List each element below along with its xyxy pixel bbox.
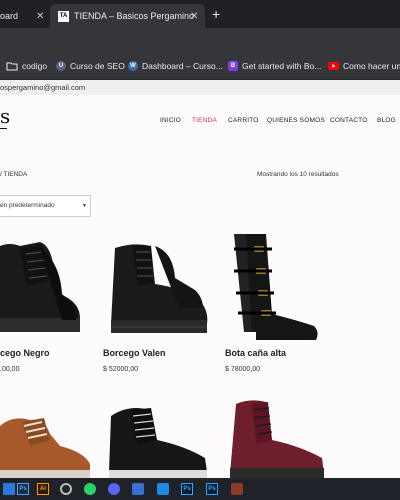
product-image-row2-2[interactable] — [103, 402, 213, 478]
boot-image — [0, 242, 80, 332]
git-icon[interactable] — [231, 483, 243, 495]
nav-contacto[interactable]: CONTACTO — [330, 117, 367, 124]
vscode-icon[interactable] — [157, 483, 169, 495]
youtube-icon — [328, 62, 339, 70]
bookmark-label: Dashboard – Curso... — [142, 61, 223, 71]
chevron-down-icon: ▼ — [82, 203, 87, 209]
bookmark-label: Curso de SEO — [70, 61, 125, 71]
boot-image — [0, 418, 90, 478]
site-favicon-icon: TA — [58, 10, 69, 22]
product-image-row2-3[interactable] — [226, 398, 330, 478]
product-price: $ 78000,00 — [225, 366, 261, 373]
product-image-borcego-valen[interactable] — [103, 238, 215, 336]
product-image-row2-1[interactable] — [0, 400, 92, 478]
udemy-icon: U — [56, 61, 66, 71]
contact-topbar: ospergamino@gmail.com — [0, 80, 400, 95]
product-image-bota-cana-alta[interactable] — [226, 234, 322, 342]
tab-dashboard[interactable]: oard ✕ — [0, 4, 50, 28]
product-name[interactable]: Bota caña alta — [225, 348, 286, 358]
boot-image — [109, 408, 207, 478]
whatsapp-icon[interactable] — [84, 483, 96, 495]
wordpress-icon: W — [128, 61, 138, 71]
close-tab-icon[interactable]: ✕ — [36, 11, 44, 22]
boot-image — [230, 400, 324, 478]
logo-underline — [0, 128, 7, 129]
contact-email[interactable]: ospergamino@gmail.com — [0, 83, 85, 92]
tab-label: oard — [0, 11, 19, 21]
nav-carrito[interactable]: CARRITO — [228, 117, 259, 124]
tab-label: TIENDA – Basicos Pergamino — [74, 11, 195, 21]
site-logo[interactable]: s — [0, 104, 10, 128]
bootstrap-icon: B — [228, 61, 238, 71]
powerpoint-icon[interactable]: Ps — [17, 483, 29, 495]
bookmark-label: Get started with Bo... — [242, 61, 322, 71]
boot-image — [111, 244, 208, 333]
mail-icon[interactable] — [132, 483, 144, 495]
boot-image — [234, 234, 318, 340]
photoshop-icon[interactable]: Ps — [181, 483, 193, 495]
folder-icon — [6, 62, 18, 71]
chrome-icon[interactable] — [60, 483, 72, 495]
bookmark-curso-seo[interactable]: U Curso de SEO — [56, 59, 125, 73]
bookmark-label: codigo — [22, 61, 48, 71]
bookmark-bootstrap[interactable]: B Get started with Bo... — [228, 59, 321, 73]
photoshop-icon[interactable]: Ps — [206, 483, 218, 495]
illustrator-icon[interactable]: Ai — [37, 483, 49, 495]
address-bar-area[interactable] — [0, 28, 400, 52]
results-count: Mostrando los 10 resultados — [257, 171, 339, 178]
product-price: $ 52000,00 — [103, 366, 139, 373]
new-tab-button[interactable]: + — [212, 6, 220, 22]
os-taskbar: Ps Ai Ps Ps — [0, 478, 400, 500]
tab-tienda[interactable]: TA TIENDA – Basicos Pergamino ✕ — [50, 4, 205, 28]
product-image-borcego-negro[interactable] — [0, 232, 82, 337]
nav-quienes-somos[interactable]: QUIENES SOMOS — [267, 117, 325, 124]
bookmark-codigo[interactable]: codigo — [6, 59, 47, 73]
nav-inicio[interactable]: INICIO — [160, 117, 181, 124]
product-price: ,00,00 — [0, 366, 20, 373]
product-name[interactable]: Borcego Valen — [103, 348, 166, 358]
bookmark-dashboard[interactable]: W Dashboard – Curso... — [128, 59, 223, 73]
browser-tab-strip: oard ✕ TA TIENDA – Basicos Pergamino ✕ + — [0, 0, 400, 28]
product-name[interactable]: cego Negro — [0, 348, 50, 358]
discord-icon[interactable] — [108, 483, 120, 495]
sort-select[interactable]: en predeterminado ▼ — [0, 195, 91, 217]
nav-tienda[interactable]: TIENDA — [192, 117, 217, 124]
close-tab-icon[interactable]: ✕ — [190, 11, 198, 22]
windows-icon[interactable] — [3, 483, 15, 495]
nav-blog[interactable]: BLOG — [377, 117, 396, 124]
bookmark-label: Como hacer un r — [343, 61, 400, 71]
sort-select-value: en predeterminado — [0, 202, 55, 209]
bookmark-youtube[interactable]: Como hacer un r — [328, 59, 400, 73]
breadcrumb: / TIENDA — [0, 171, 28, 178]
bookmarks-bar: codigo U Curso de SEO W Dashboard – Curs… — [0, 52, 400, 80]
